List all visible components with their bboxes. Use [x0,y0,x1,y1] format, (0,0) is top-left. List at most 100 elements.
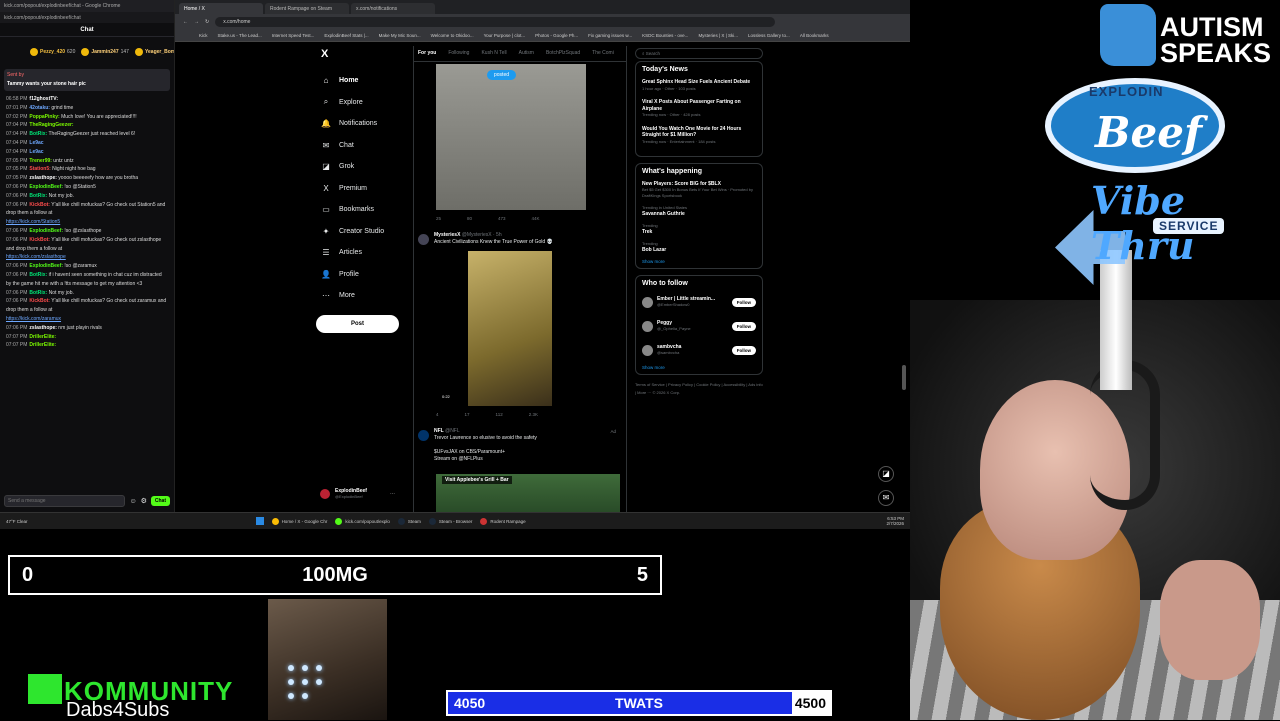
bookmark-item[interactable]: ExplodinBeef Stats |... [324,33,368,38]
post-video-gold[interactable] [468,251,552,406]
message-username[interactable]: Trener99: [29,158,52,164]
post-author[interactable]: NFL [434,428,444,434]
emoji-icon[interactable]: ☺ [129,498,136,505]
nav-item-chat[interactable]: ✉ Chat [313,135,413,157]
message-username[interactable]: Le9ac [29,149,43,155]
browser-tab[interactable]: Home / X [179,3,263,14]
scrollbar[interactable] [902,365,906,390]
chat-message[interactable]: 07:06 PM ExplodinBeef: !so @Station5 [6,183,168,192]
bookmark-item[interactable]: Internet Speed Test... [272,33,315,38]
bookmark-item[interactable]: Photos - Google Ph... [535,33,578,38]
message-username[interactable]: ExplodinBeef: [29,263,63,269]
new-posts-pill[interactable]: posted [487,70,517,80]
chat-message[interactable]: 07:06 PM BotRix: Not my job. [6,289,168,298]
bookmark-item[interactable]: Lossless Gallery to... [748,33,790,38]
chat-message[interactable]: 07:07 PM DrillerElite: [6,341,168,350]
back-icon[interactable]: ← [183,19,188,25]
chat-message[interactable]: 06:58 PM f12ghostTV: [6,95,168,104]
chat-message[interactable]: 07:06 PM zslasthope: nm just playin rival… [6,324,168,333]
leaderboard-entry[interactable]: Yeager_Bomb1226110 [134,48,174,56]
browser-tab[interactable]: x.com/notifications [351,3,435,14]
x-footer[interactable]: Terms of Service | Privacy Policy | Cook… [635,381,763,397]
chat-message[interactable]: 07:04 PM Le9ac [6,139,168,148]
show-more-link[interactable]: Show more [642,365,756,370]
more-icon[interactable]: ⋯ [390,491,395,497]
message-username[interactable]: Le9ac [29,140,43,146]
post-image-stone-relief[interactable] [436,64,586,210]
chat-message[interactable]: 07:06 PM ExplodinBeef: !so @zaramux [6,262,168,271]
weather-widget[interactable]: 47°F Clear [6,519,28,524]
message-username[interactable]: TheRagingGeezer: [29,122,73,128]
taskbar-app[interactable]: Steam [397,517,421,525]
trend-item[interactable]: New Players: Score BIG for $BLX Bet $5 Ge… [642,181,756,199]
timeline-tab[interactable]: The Comi [592,50,614,57]
message-link[interactable]: https://kick.com/zaramux [6,315,168,324]
nav-item-notifications[interactable]: 🔔 Notifications [313,113,413,135]
timeline-tab[interactable]: Autism [519,50,534,57]
trend-item[interactable]: Trending Trek [642,223,756,235]
chat-message[interactable]: 07:05 PM Station5: Night night hoe bag [6,165,168,174]
chat-message[interactable]: 07:06 PM KickBot: Y'all like chill mofuck… [6,297,168,323]
chat-message[interactable]: 07:01 PM 42otaku: grind time [6,104,168,113]
chat-message-input[interactable] [4,495,126,507]
message-username[interactable]: BotRix: [29,131,47,137]
chat-message[interactable]: 07:04 PM Le9ac [6,148,168,157]
bookmark-item[interactable]: Make My Mic Soun... [379,33,421,38]
chat-message[interactable]: 07:06 PM KickBot: Y'all like chill mofuck… [6,201,168,227]
follow-button[interactable]: Follow [731,297,756,307]
timeline-tab[interactable]: Kush N Tell [481,50,506,57]
account-switcher[interactable]: ExplodinBeef @ExplodinBeef ⋯ [320,488,395,500]
message-username[interactable]: ExplodinBeef: [29,184,63,190]
message-username[interactable]: 42otaku: [29,105,50,111]
address-bar[interactable]: x.com/home [215,17,776,27]
chat-message[interactable]: 07:06 PM BotRix: if i havent seen somethi… [6,271,168,289]
chat-message[interactable]: 07:02 PM PoppaPinky: Much love! You are a… [6,113,168,122]
bookmark-item[interactable]: Your Purpose | clot... [484,33,526,38]
bookmark-item[interactable]: Fix gaming issues w... [588,33,632,38]
nav-item-premium[interactable]: X Premium [313,178,413,200]
reply-count[interactable]: 4 [436,412,439,417]
message-username[interactable]: BotRix: [29,193,47,199]
like-count[interactable]: 473 [498,216,506,221]
nav-item-home[interactable]: ⌂ Home [313,70,413,92]
taskbar-app[interactable]: Home / X - Google Chr [271,517,327,525]
avatar[interactable] [418,430,429,441]
message-username[interactable]: PoppaPinky: [29,114,59,120]
trend-item[interactable]: Trending in United States Savannah Guthri… [642,205,756,217]
follow-suggestion[interactable]: Peggy @_Ophelia_Payne Follow [642,317,756,335]
chat-message[interactable]: 07:05 PM zslasthope: yoooo beeeeefy how a… [6,174,168,183]
chat-message[interactable]: 07:04 PM TheRagingGeezer: [6,121,168,130]
follow-button[interactable]: Follow [731,345,756,355]
message-username[interactable]: KickBot: [29,237,50,243]
message-username[interactable]: KickBot: [29,202,50,208]
leaderboard-entry[interactable]: Jammin247 147 [81,48,129,56]
avatar[interactable] [418,234,429,245]
repost-count[interactable]: 80 [467,216,472,221]
ad-caption[interactable]: Visit Applebee's Grill + Bar [442,476,512,484]
reply-count[interactable]: 25 [436,216,441,221]
forward-icon[interactable]: → [194,19,199,25]
message-username[interactable]: f12ghostTV: [29,96,58,102]
x-logo[interactable]: X [321,48,413,60]
message-username[interactable]: DrillerElite: [29,334,56,340]
repost-count[interactable]: 17 [465,412,470,417]
news-item[interactable]: Would You Watch One Movie for 24 Hours S… [642,126,756,146]
chat-message[interactable]: 07:06 PM KickBot: Y'all like chill mofuck… [6,236,168,262]
trend-item[interactable]: Trending Bob Lazar [642,241,756,253]
view-count[interactable]: 2.3K [529,412,538,417]
browser-tab[interactable]: Rodent Rampage on Steam [265,3,349,14]
post-author[interactable]: MysteriesX [434,232,460,238]
chat-message[interactable]: 07:06 PM ExplodinBeef: !so @zslasthope [6,227,168,236]
show-more-link[interactable]: Show more [642,259,756,264]
news-item[interactable]: Viral X Posts About Passenger Farting on… [642,99,756,119]
follow-suggestion[interactable]: sambvcha @sambvcha Follow [642,341,756,359]
chat-url[interactable]: kick.com/popout/explodinbeef/chat [0,12,174,23]
messages-icon[interactable]: ✉ [878,490,894,506]
clock[interactable]: 6:53 PM 2/7/2026 [886,516,904,526]
nav-item-creator-studio[interactable]: ✦ Creator Studio [313,221,413,243]
message-username[interactable]: KickBot: [29,298,50,304]
timeline[interactable]: For you Following Kush N Tell Autism BotchPl… [413,46,627,512]
message-username[interactable]: zslasthope: [29,175,57,181]
view-count[interactable]: 44K [532,216,540,221]
follow-button[interactable]: Follow [731,321,756,331]
